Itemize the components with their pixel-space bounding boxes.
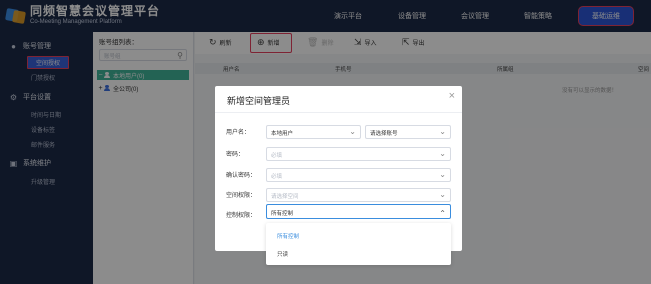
confirm-password-label: 确认密码： xyxy=(226,173,257,179)
space-permission-placeholder: 请选择空间 xyxy=(271,194,299,200)
confirm-password-placeholder: 必填 xyxy=(271,174,283,180)
control-permission-label: 控制权限： xyxy=(226,213,257,219)
password-field[interactable]: 必填 ⌄ xyxy=(266,147,451,161)
user-source-select[interactable]: 本地用户 ⌄ xyxy=(266,125,361,139)
username-label: 用户名： xyxy=(226,130,251,136)
password-label: 密码： xyxy=(226,152,245,158)
confirm-password-field[interactable]: 必填 ⌄ xyxy=(266,168,451,182)
chevron-down-icon: ⌄ xyxy=(439,170,446,179)
option-read-only[interactable]: 只读 xyxy=(277,250,288,258)
user-source-value: 本地用户 xyxy=(271,131,294,137)
space-permission-label: 空间权限： xyxy=(226,193,257,199)
close-icon[interactable]: × xyxy=(449,91,455,102)
control-permission-dropdown: 所有控制 只读 xyxy=(266,223,451,265)
option-all-control[interactable]: 所有控制 xyxy=(277,232,299,240)
chevron-up-icon: ⌃ xyxy=(439,209,446,218)
chevron-down-icon: ⌄ xyxy=(439,149,446,158)
chevron-down-icon: ⌄ xyxy=(439,127,446,136)
account-value: 请选择账号 xyxy=(370,131,398,137)
chevron-down-icon: ⌄ xyxy=(439,190,446,199)
chevron-down-icon: ⌄ xyxy=(349,127,356,136)
control-permission-value: 所有控制 xyxy=(271,211,294,217)
account-select[interactable]: 请选择账号 ⌄ xyxy=(365,125,451,139)
dialog-title: 新增空间管理员 xyxy=(227,96,291,106)
space-permission-select[interactable]: 请选择空间 ⌄ xyxy=(266,188,451,202)
control-permission-select[interactable]: 所有控制 ⌃ xyxy=(266,204,451,219)
dialog-divider xyxy=(215,112,462,113)
password-placeholder: 必填 xyxy=(271,153,283,159)
